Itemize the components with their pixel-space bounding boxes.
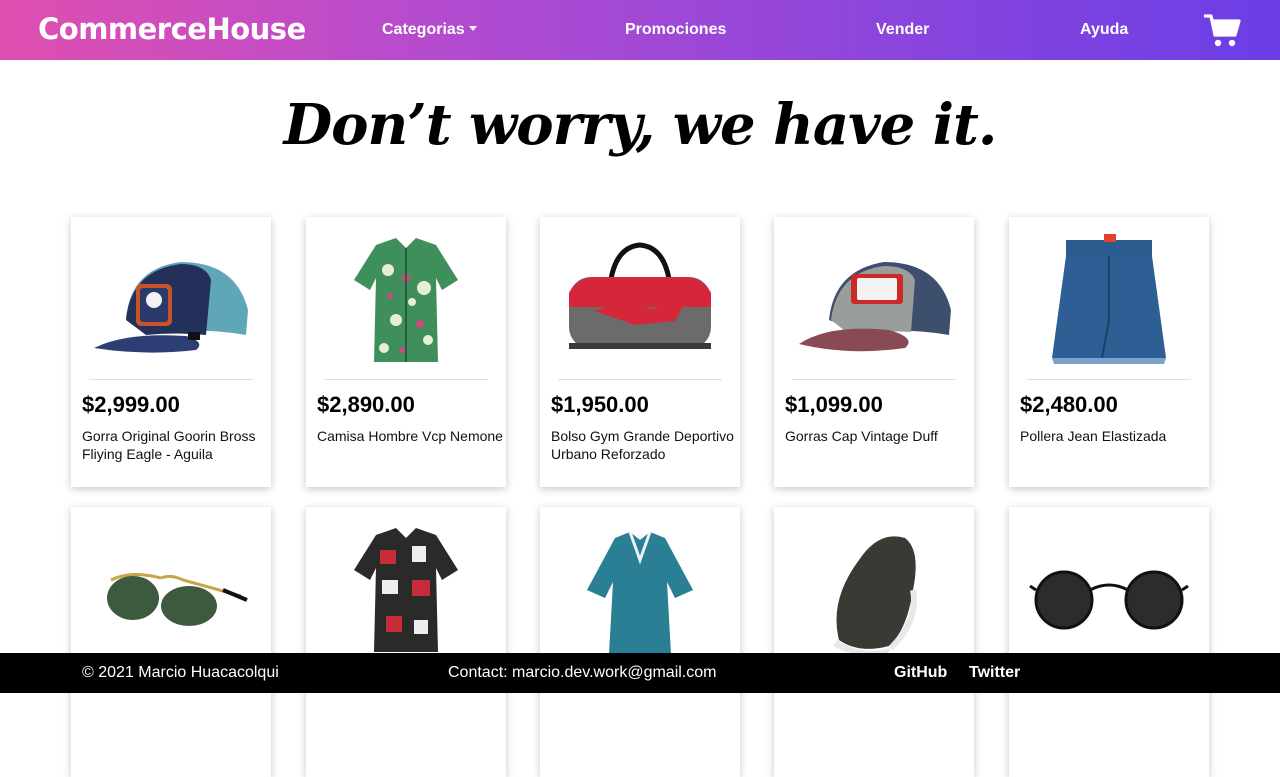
cap-icon [799,262,951,352]
nav-sell[interactable]: Vender [876,21,929,39]
github-link[interactable]: GitHub [894,664,947,682]
product-image [550,515,730,665]
nav-categories[interactable]: Categorias [382,21,477,39]
product-image [81,225,261,375]
product-price: $1,950.00 [551,392,649,417]
nav-help[interactable]: Ayuda [1080,21,1128,39]
product-card[interactable] [71,507,271,777]
shirt-icon [354,528,458,652]
top-navbar: CommerceHouse Categorias Promociones Ven… [0,0,1280,60]
sunglasses-icon [107,573,248,626]
product-card[interactable] [774,507,974,777]
product-card[interactable]: $2,890.00 Camisa Hombre Vcp Nemone [306,217,506,487]
footer-copyright: © 2021 Marcio Huacacolqui [82,664,279,681]
card-divider [1027,379,1191,380]
footer: © 2021 Marcio Huacacolqui Contact: marci… [0,653,1280,693]
product-price: $2,890.00 [317,392,415,417]
sneaker-icon [833,536,917,656]
card-divider [558,379,722,380]
product-card[interactable] [306,507,506,777]
bag-icon [569,242,711,349]
product-price: $2,999.00 [82,392,180,417]
product-name: Gorra Original Goorin Bross Fliying Eagl… [82,428,256,462]
product-name: Gorras Cap Vintage Duff [785,428,938,444]
product-image [81,515,261,665]
sunglasses-icon [1029,570,1189,630]
product-image [550,225,730,375]
product-card[interactable]: $2,480.00 Pollera Jean Elastizada [1009,217,1209,487]
product-card[interactable]: $1,950.00 Bolso Gym Grande Deportivo Urb… [540,217,740,487]
hero-title: Don’t worry, we have it. [283,92,998,158]
card-divider [324,379,488,380]
product-name: Pollera Jean Elastizada [1020,428,1167,444]
shirt-icon [354,238,458,362]
card-divider [89,379,253,380]
product-card[interactable] [540,507,740,777]
product-image [1019,225,1199,375]
cap-icon [94,262,248,353]
product-price: $1,099.00 [785,392,883,417]
shopping-cart-icon[interactable] [1204,13,1242,49]
product-name: Bolso Gym Grande Deportivo Urbano Reforz… [551,428,734,462]
product-card[interactable]: $2,999.00 Gorra Original Goorin Bross Fl… [71,217,271,487]
product-image [1019,515,1199,665]
brand-logo[interactable]: CommerceHouse [38,12,306,46]
card-divider [792,379,956,380]
caret-down-icon [468,26,477,31]
product-image [784,225,964,375]
twitter-link[interactable]: Twitter [969,664,1020,682]
product-name: Camisa Hombre Vcp Nemone [317,428,503,444]
tunic-icon [587,531,693,654]
product-card[interactable]: $1,099.00 Gorras Cap Vintage Duff [774,217,974,487]
footer-contact: Contact: marcio.dev.work@gmail.com [448,664,717,681]
nav-categories-label: Categorias [382,21,465,38]
nav-promotions[interactable]: Promociones [625,21,726,39]
product-image [784,515,964,665]
product-card[interactable] [1009,507,1209,777]
product-image [316,515,496,665]
product-price: $2,480.00 [1020,392,1118,417]
product-image [316,225,496,375]
skirt-icon [1052,234,1166,364]
